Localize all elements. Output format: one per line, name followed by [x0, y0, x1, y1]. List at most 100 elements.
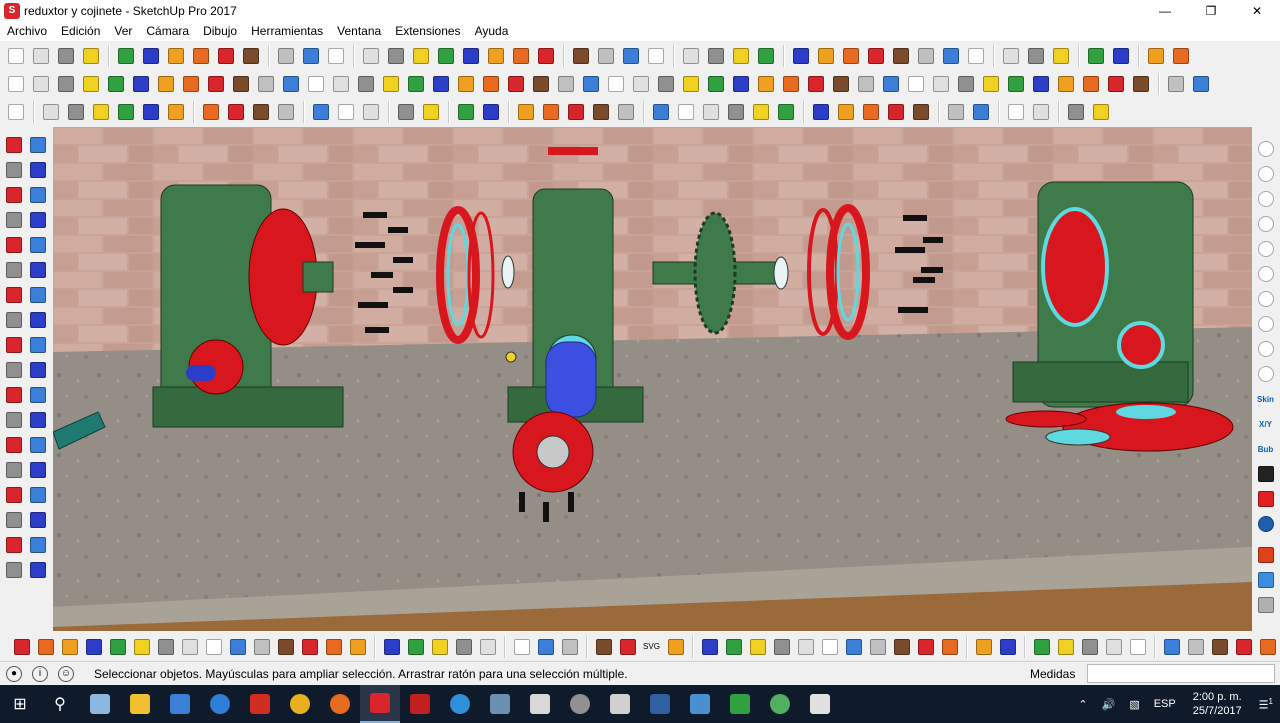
close-icon[interactable]: ✕: [1234, 0, 1280, 21]
standard-tool-icon-20[interactable]: [509, 44, 533, 68]
plugin-tool-icon-44[interactable]: [1079, 72, 1103, 96]
standard-tool-icon-15[interactable]: [384, 44, 408, 68]
draw-tool-icon-25[interactable]: [674, 100, 698, 124]
extension-tool-icon-21[interactable]: [510, 635, 533, 659]
solidworks-icon[interactable]: [400, 685, 440, 723]
extension-tool-icon-30[interactable]: [746, 635, 769, 659]
standard-tool-icon-19[interactable]: [484, 44, 508, 68]
menu-archivo[interactable]: Archivo: [0, 24, 54, 38]
extension-tool-icon-32[interactable]: [794, 635, 817, 659]
plugin-tool-icon-46[interactable]: [1129, 72, 1153, 96]
draw-tool-icon-8[interactable]: [199, 100, 223, 124]
firefox-icon[interactable]: [320, 685, 360, 723]
rotated-rect-tool-icon[interactable]: [26, 208, 50, 232]
plugin-tool-icon-42[interactable]: [1029, 72, 1053, 96]
plugin-tool-icon-27[interactable]: [654, 72, 678, 96]
draw-tool-icon-39[interactable]: [1064, 100, 1088, 124]
standard-tool-icon-7[interactable]: [164, 44, 188, 68]
plugin-tool-icon-31[interactable]: [754, 72, 778, 96]
standard-tool-icon-18[interactable]: [459, 44, 483, 68]
extension-tool-icon-38[interactable]: [938, 635, 961, 659]
store-icon[interactable]: [160, 685, 200, 723]
scale-tool-icon[interactable]: [2, 358, 26, 382]
3d-text-tool-icon[interactable]: [26, 433, 50, 457]
layers-app-icon[interactable]: [720, 685, 760, 723]
app-plane-icon[interactable]: [80, 685, 120, 723]
protractor-tool-icon[interactable]: [2, 408, 26, 432]
arc-3pt-tool-icon[interactable]: [2, 283, 26, 307]
gear-app-icon[interactable]: [560, 685, 600, 723]
extension-tool-icon-20[interactable]: [476, 635, 499, 659]
standard-tool-icon-6[interactable]: [139, 44, 163, 68]
standard-tool-icon-24[interactable]: [619, 44, 643, 68]
draw-tool-icon-40[interactable]: [1089, 100, 1113, 124]
zoom-tool-icon[interactable]: [2, 483, 26, 507]
standard-tool-icon-4[interactable]: [79, 44, 103, 68]
paint-tool-icon[interactable]: [2, 158, 26, 182]
standard-tool-icon-34[interactable]: [889, 44, 913, 68]
calculator-icon[interactable]: [600, 685, 640, 723]
draw-tool-icon-28[interactable]: [749, 100, 773, 124]
extension-tool-icon-19[interactable]: [452, 635, 475, 659]
draw-tool-icon-34[interactable]: [909, 100, 933, 124]
plugin-tool-icon-34[interactable]: [829, 72, 853, 96]
text-tool-icon[interactable]: [26, 408, 50, 432]
plugin-tool-icon-43[interactable]: [1054, 72, 1078, 96]
extension-tool-icon-28[interactable]: [698, 635, 721, 659]
zoom-extents-tool-icon[interactable]: [2, 508, 26, 532]
plugin-tool-icon-14[interactable]: [329, 72, 353, 96]
sketchup-taskbar-icon[interactable]: [360, 685, 400, 723]
extension-tool-icon-22[interactable]: [534, 635, 557, 659]
draw-tool-icon-37[interactable]: [1004, 100, 1028, 124]
standard-tool-icon-21[interactable]: [534, 44, 558, 68]
extension-tool-icon-24[interactable]: [592, 635, 615, 659]
standard-tool-icon-44[interactable]: [1169, 44, 1193, 68]
extension-tool-icon-14[interactable]: [322, 635, 345, 659]
user-icon[interactable]: ☺: [58, 665, 74, 682]
section-tool-icon[interactable]: [26, 558, 50, 582]
standard-tool-icon-27[interactable]: [704, 44, 728, 68]
plugin-tool-icon-40[interactable]: [979, 72, 1003, 96]
extension-tool-icon-12[interactable]: [274, 635, 297, 659]
extension-tool-icon-16[interactable]: [380, 635, 403, 659]
extension-tool-icon-35[interactable]: [866, 635, 889, 659]
camera-app-icon[interactable]: [680, 685, 720, 723]
freehand-tool-icon[interactable]: [26, 183, 50, 207]
draw-tool-icon-17[interactable]: [454, 100, 478, 124]
globe-app-icon[interactable]: [760, 685, 800, 723]
standard-tool-icon-1[interactable]: [4, 44, 28, 68]
plugin-tool-icon-30[interactable]: [729, 72, 753, 96]
dots-app-icon[interactable]: [640, 685, 680, 723]
red-cube-icon[interactable]: [1254, 543, 1278, 567]
draw-tool-icon-31[interactable]: [834, 100, 858, 124]
standard-tool-icon-25[interactable]: [644, 44, 668, 68]
plugin-tool-icon-11[interactable]: [254, 72, 278, 96]
info-icon[interactable]: i: [32, 665, 48, 682]
draw-tool-icon-21[interactable]: [564, 100, 588, 124]
plugin-tool-icon-6[interactable]: [129, 72, 153, 96]
stop-icon[interactable]: [1254, 487, 1278, 511]
extension-tool-icon-29[interactable]: [722, 635, 745, 659]
draw-tool-icon-23[interactable]: [614, 100, 638, 124]
extension-tool-icon-50[interactable]: [1256, 635, 1279, 659]
plugin-tool-icon-17[interactable]: [404, 72, 428, 96]
standard-tool-icon-8[interactable]: [189, 44, 213, 68]
standard-tool-icon-13[interactable]: [324, 44, 348, 68]
extension-tool-icon-49[interactable]: [1232, 635, 1255, 659]
standard-tool-icon-41[interactable]: [1084, 44, 1108, 68]
helix-tool-icon[interactable]: [1254, 187, 1278, 211]
notification-center-icon[interactable]: ☰1: [1259, 697, 1273, 712]
draw-tool-icon-38[interactable]: [1029, 100, 1053, 124]
plugin-tool-icon-7[interactable]: [154, 72, 178, 96]
plugin-tool-icon-35[interactable]: [854, 72, 878, 96]
maximize-icon[interactable]: ❐: [1188, 0, 1234, 21]
extension-tool-icon-40[interactable]: [996, 635, 1019, 659]
help-icon[interactable]: [1254, 512, 1278, 536]
extension-tool-icon-8[interactable]: [178, 635, 201, 659]
draw-tool-icon-35[interactable]: [944, 100, 968, 124]
plugin-tool-icon-2[interactable]: [29, 72, 53, 96]
line-tool-icon[interactable]: [2, 183, 26, 207]
menu-ver[interactable]: Ver: [107, 24, 139, 38]
plugin-tool-icon-36[interactable]: [879, 72, 903, 96]
arc-2pt-tool-icon[interactable]: [26, 283, 50, 307]
